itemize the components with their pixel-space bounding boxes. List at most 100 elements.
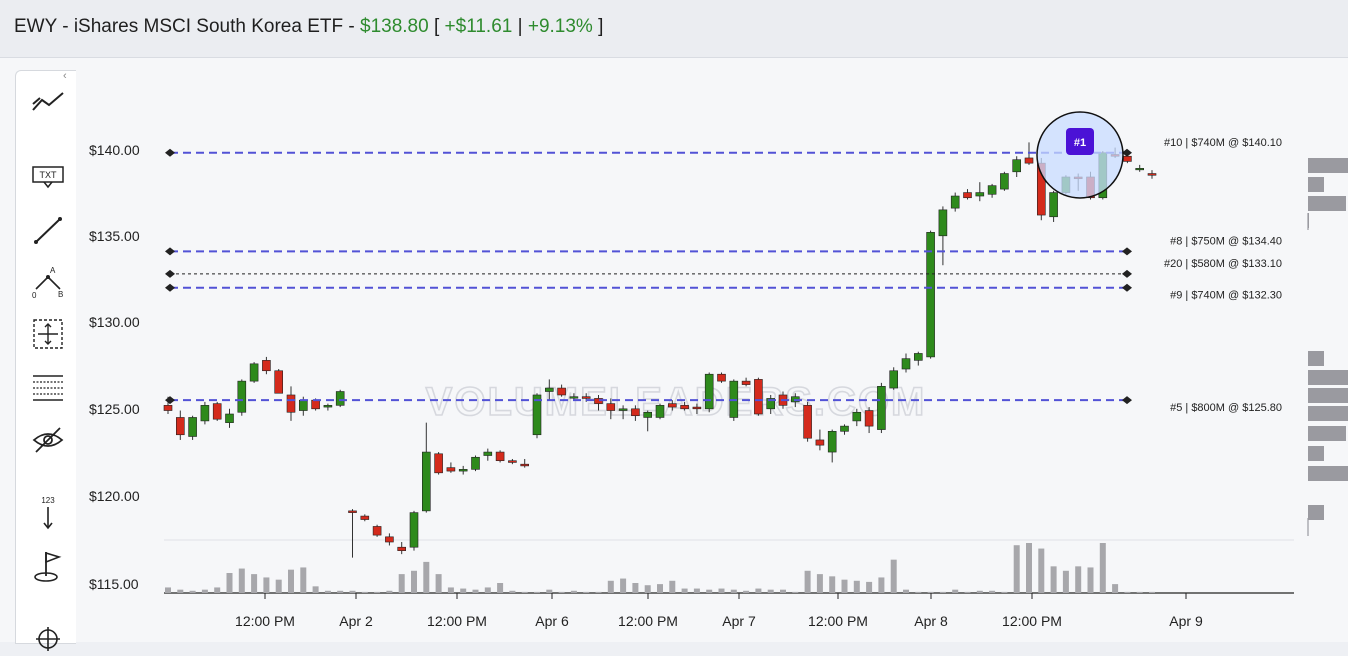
move-tool-button[interactable] bbox=[28, 616, 68, 656]
volume-bar bbox=[509, 590, 516, 593]
volume-bar bbox=[595, 591, 602, 593]
volume-bar bbox=[1013, 545, 1020, 593]
candle-body bbox=[754, 379, 763, 415]
volume-bar bbox=[251, 574, 258, 593]
x-tick-label: 12:00 PM bbox=[427, 613, 487, 629]
level-anchor-right bbox=[1122, 283, 1132, 292]
volume-bar bbox=[743, 590, 750, 593]
candle-body bbox=[1012, 159, 1022, 173]
volume-bar bbox=[177, 589, 184, 593]
volume-bar bbox=[423, 561, 430, 593]
pattern-tool-button[interactable]: A 0 B bbox=[28, 262, 68, 302]
candle-body bbox=[458, 469, 468, 472]
volume-bar bbox=[1038, 548, 1045, 593]
volume-bar bbox=[312, 586, 319, 593]
volume-bar bbox=[989, 590, 996, 593]
candle-body bbox=[741, 380, 751, 385]
price-chart-area[interactable]: VOLUMELEADERS.COM $140.00 $135.00 $130.00 $1… bbox=[76, 58, 1348, 642]
candle-body bbox=[520, 463, 530, 467]
volume-bar bbox=[607, 580, 614, 593]
candle-body bbox=[864, 410, 874, 427]
y-tick-label: $130.00 bbox=[89, 314, 140, 330]
candle-body bbox=[815, 439, 825, 446]
level-label: #10 | $740M @ $140.10 bbox=[1164, 137, 1282, 149]
candlestick-chart[interactable]: VOLUMELEADERS.COM $140.00 $135.00 $130.00 $1… bbox=[76, 58, 1348, 642]
x-tick-label: Apr 8 bbox=[914, 613, 948, 629]
candle-body bbox=[1000, 173, 1009, 190]
volume-bar bbox=[214, 587, 221, 593]
volume-bar bbox=[534, 591, 540, 593]
candle-body bbox=[249, 363, 259, 382]
volume-bar bbox=[558, 591, 565, 593]
volume-profile-bar bbox=[1308, 466, 1348, 481]
svg-text:TXT: TXT bbox=[40, 170, 58, 180]
candle-body bbox=[188, 417, 197, 437]
volume-profile-bar bbox=[1308, 446, 1324, 461]
candle-body bbox=[1123, 155, 1132, 162]
hide-tool-button[interactable] bbox=[28, 420, 68, 460]
abc-pattern-icon: A 0 B bbox=[32, 266, 63, 300]
volume-bar bbox=[841, 579, 848, 593]
x-tick-label: Apr 2 bbox=[339, 613, 373, 629]
x-tick-label: 12:00 PM bbox=[618, 613, 678, 629]
fib-tool-button[interactable] bbox=[28, 367, 68, 407]
svg-text:0: 0 bbox=[32, 291, 37, 300]
collapse-toolbar-icon[interactable]: ‹ bbox=[63, 70, 67, 82]
measure-icon bbox=[33, 319, 63, 349]
volume-profile-bar bbox=[1308, 426, 1346, 441]
volume-bar bbox=[411, 570, 417, 593]
svg-text:123: 123 bbox=[41, 496, 55, 505]
volume-bar bbox=[300, 567, 307, 593]
y-tick-label: $135.00 bbox=[89, 228, 140, 244]
volume-bar bbox=[583, 591, 590, 593]
candle-body bbox=[692, 406, 702, 410]
volume-bar bbox=[1026, 543, 1032, 593]
candle-body bbox=[680, 405, 689, 410]
level-anchor-left bbox=[165, 396, 175, 405]
y-tick-label: $115.00 bbox=[89, 576, 139, 592]
candle-body bbox=[704, 373, 714, 410]
line-tool-button[interactable] bbox=[28, 210, 68, 250]
volume-bar bbox=[903, 589, 909, 593]
candle-body bbox=[434, 453, 443, 474]
volume-bar bbox=[755, 588, 762, 593]
candle-body bbox=[557, 387, 566, 396]
level-anchor-right bbox=[1122, 396, 1132, 405]
volume-bar bbox=[324, 590, 331, 593]
line-icon bbox=[34, 217, 62, 244]
x-tick-label: Apr 7 bbox=[722, 613, 756, 629]
trend-tool-button[interactable] bbox=[28, 82, 68, 122]
measure-tool-button[interactable] bbox=[28, 314, 68, 354]
volume-bar bbox=[1124, 591, 1131, 593]
volume-bar bbox=[915, 591, 922, 593]
candle-body bbox=[212, 403, 222, 420]
level-anchor-left bbox=[165, 247, 175, 256]
candle-body bbox=[299, 399, 308, 411]
candle-body bbox=[913, 353, 923, 361]
etf-name: iShares MSCI South Korea ETF bbox=[73, 16, 344, 37]
candle-body bbox=[262, 360, 271, 372]
volume-bar bbox=[349, 590, 356, 593]
count-tool-button[interactable]: 123 bbox=[28, 493, 68, 533]
volume-bar bbox=[435, 574, 442, 593]
candle-body bbox=[569, 396, 579, 399]
volume-bar bbox=[964, 591, 971, 593]
volume-bar bbox=[472, 589, 479, 593]
text-tool-button[interactable]: TXT bbox=[28, 158, 68, 198]
level-anchor-right bbox=[1122, 269, 1132, 278]
level-anchor-left bbox=[165, 269, 175, 278]
candle-body bbox=[803, 405, 812, 439]
volume-bar bbox=[238, 568, 245, 593]
price-change-pct: +9.13% bbox=[527, 16, 593, 37]
volume-bar bbox=[669, 580, 676, 593]
volume-bar bbox=[201, 589, 208, 593]
volume-bar bbox=[165, 587, 171, 593]
volume-bar bbox=[374, 591, 381, 593]
last-price: $138.80 bbox=[360, 16, 429, 37]
level-label: #20 | $580M @ $133.10 bbox=[1164, 258, 1282, 270]
candle-body bbox=[827, 430, 837, 453]
flag-tool-button[interactable] bbox=[28, 546, 68, 586]
volume-bar bbox=[878, 577, 885, 593]
volume-bar bbox=[288, 569, 294, 593]
title-bar: EWY - iShares MSCI South Korea ETF - $13… bbox=[0, 0, 1348, 58]
